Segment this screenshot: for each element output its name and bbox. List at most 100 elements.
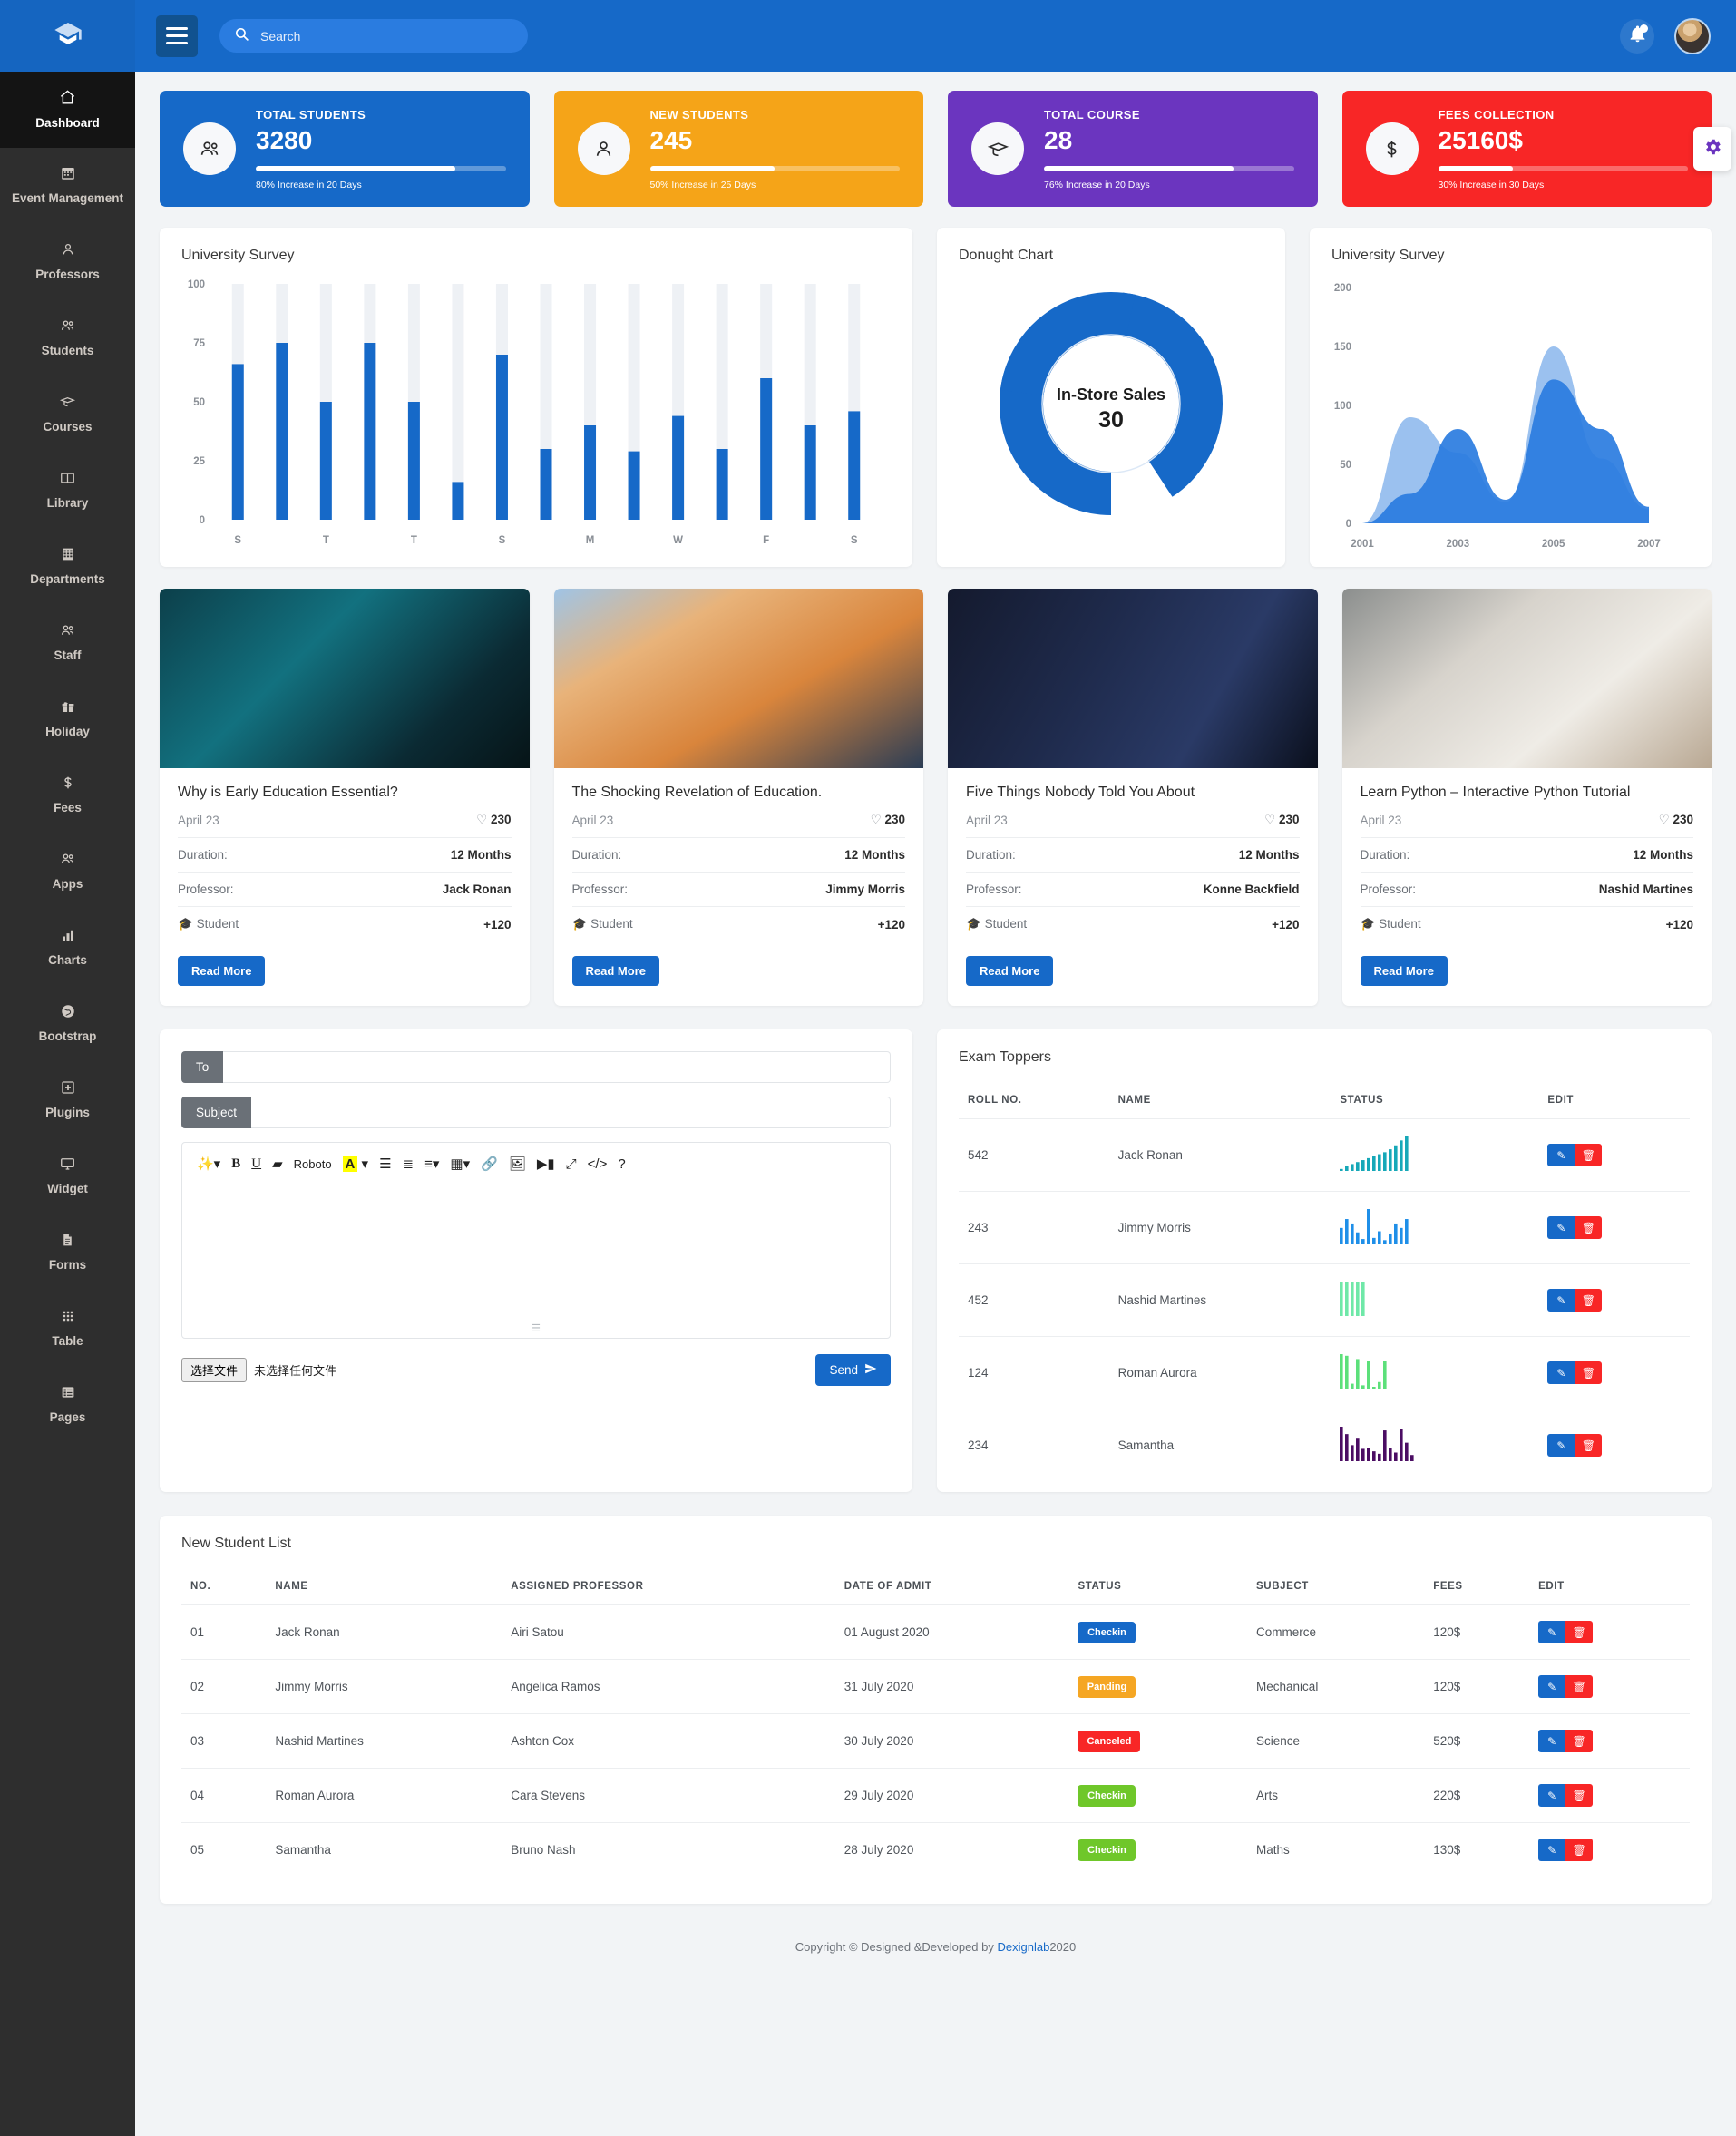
read-more-button[interactable]: Read More — [1360, 956, 1448, 986]
delete-button[interactable]: 🗑 — [1565, 1675, 1594, 1698]
sidebar-item-table[interactable]: Table — [0, 1291, 135, 1367]
delete-button[interactable]: 🗑 — [1565, 1730, 1594, 1752]
search-bar[interactable] — [219, 19, 528, 53]
course-card[interactable]: Why is Early Education Essential? April 2… — [160, 589, 530, 1006]
sidebar-item-apps[interactable]: Apps — [0, 834, 135, 910]
stat-card-fees-collection[interactable]: FEES COLLECTION 25160$ 30% Increase in 3… — [1341, 91, 1731, 207]
pencil-icon: ✎ — [1556, 1366, 1566, 1380]
video-icon[interactable]: ▶▮ — [537, 1156, 555, 1172]
sidebar-item-event-management[interactable]: Event Management — [0, 148, 135, 224]
cell-actions: ✎ 🗑 — [1529, 1604, 1690, 1660]
sidebar-item-students[interactable]: Students — [0, 300, 135, 376]
sidebar-item-professors[interactable]: Professors — [0, 224, 135, 300]
delete-button[interactable]: 🗑 — [1565, 1839, 1594, 1861]
sidebar-item-forms[interactable]: Forms — [0, 1214, 135, 1291]
table-icon[interactable]: ▦▾ — [450, 1156, 470, 1172]
sidebar-item-bootstrap[interactable]: Bootstrap — [0, 986, 135, 1062]
edit-button[interactable]: ✎ — [1538, 1839, 1566, 1861]
cell-status — [1331, 1118, 1539, 1192]
stat-label: NEW STUDENTS — [649, 107, 749, 122]
student-list-row: New Student List NO. NAME ASSIGNED PROFESS… — [135, 1516, 1736, 1904]
stat-card-total-students[interactable]: TOTAL STUDENTS 3280 80% Increase in 20 D… — [160, 91, 530, 207]
edit-button[interactable]: ✎ — [1547, 1361, 1575, 1384]
align-icon[interactable]: ≡▾ — [424, 1156, 439, 1172]
stat-card-total-course[interactable]: TOTAL COURSE 28 76% Increase in 20 Days — [948, 91, 1318, 207]
hamburger-menu-icon[interactable] — [156, 15, 198, 57]
bold-icon[interactable]: B — [231, 1156, 240, 1172]
delete-button[interactable]: 🗑 — [1575, 1434, 1603, 1457]
edit-button[interactable]: ✎ — [1547, 1144, 1575, 1166]
svg-text:S: S — [851, 535, 858, 546]
bullet-list-icon[interactable]: ☰ — [379, 1156, 391, 1172]
duration-value: 12 Months — [450, 848, 512, 862]
avatar[interactable] — [1674, 17, 1711, 54]
font-family-select[interactable]: Roboto — [294, 1157, 332, 1171]
course-card[interactable]: Learn Python – Interactive Python Tutori… — [1341, 589, 1712, 1006]
sidebar-item-widget[interactable]: Widget — [0, 1138, 135, 1214]
read-more-button[interactable]: Read More — [966, 956, 1054, 986]
numbered-list-icon[interactable]: ≣ — [403, 1156, 414, 1172]
subject-input[interactable] — [251, 1097, 891, 1128]
edit-button[interactable]: ✎ — [1538, 1784, 1566, 1807]
course-meta-row: April 23 ♡ 230 — [1361, 801, 1694, 837]
code-icon[interactable]: </> — [588, 1156, 608, 1172]
donut-chart: In-Store Sales 30 — [1000, 292, 1223, 515]
notification-bell-button[interactable] — [1620, 18, 1654, 54]
send-button[interactable]: Send — [815, 1354, 891, 1386]
brand-logo[interactable] — [0, 0, 135, 72]
sidebar-item-departments[interactable]: Departments — [0, 529, 135, 605]
sidebar-item-courses[interactable]: Courses — [0, 376, 135, 453]
image-icon[interactable]: 🖼 — [509, 1156, 526, 1172]
magic-wand-icon[interactable]: ✨▾ — [197, 1156, 220, 1172]
delete-button[interactable]: 🗑 — [1565, 1621, 1594, 1643]
sidebar-item-charts[interactable]: Charts — [0, 910, 135, 986]
sparkline-chart — [1340, 1427, 1414, 1461]
sidebar-item-holiday[interactable]: Holiday — [0, 681, 135, 757]
sidebar-item-fees[interactable]: Fees — [0, 757, 135, 834]
choose-file-button[interactable]: 选择文件 — [181, 1358, 248, 1382]
top-header — [0, 0, 1736, 72]
eraser-icon[interactable]: ▰ — [272, 1156, 283, 1172]
edit-button[interactable]: ✎ — [1538, 1675, 1566, 1698]
editor-resize-handle[interactable]: ☰ — [532, 1322, 541, 1334]
delete-button[interactable]: 🗑 — [1575, 1216, 1603, 1239]
bar — [364, 343, 376, 520]
read-more-button[interactable]: Read More — [571, 956, 659, 986]
footer-suffix: 2020 — [1049, 1940, 1077, 1954]
charts-row: University Survey 0 25 50 75 100 S T T S M W F S Don… — [135, 228, 1736, 567]
sidebar-item-staff[interactable]: Staff — [0, 605, 135, 681]
to-input[interactable] — [223, 1051, 891, 1083]
settings-button[interactable] — [1693, 127, 1731, 171]
course-card[interactable]: The Shocking Revelation of Education. Apr… — [553, 589, 923, 1006]
delete-button[interactable]: 🗑 — [1575, 1144, 1603, 1166]
delete-button[interactable]: 🗑 — [1575, 1361, 1603, 1384]
cell-fees: 130$ — [1433, 1843, 1461, 1857]
help-icon[interactable]: ? — [618, 1156, 625, 1172]
course-card[interactable]: Five Things Nobody Told You About April 2… — [948, 589, 1318, 1006]
home-icon — [59, 89, 76, 110]
stat-card-new-students[interactable]: NEW STUDENTS 245 50% Increase in 25 Days — [553, 91, 923, 207]
font-color-A-icon[interactable]: A ▾ — [342, 1156, 368, 1172]
sidebar-item-library[interactable]: Library — [0, 453, 135, 529]
fullscreen-icon[interactable]: ⤢ — [566, 1156, 577, 1172]
edit-button[interactable]: ✎ — [1538, 1730, 1566, 1752]
column-header: STATUS — [1068, 1568, 1248, 1605]
sidebar-item-plugins[interactable]: Plugins — [0, 1062, 135, 1138]
sidebar-item-dashboard[interactable]: Dashboard — [0, 72, 135, 148]
delete-button[interactable]: 🗑 — [1565, 1784, 1594, 1807]
professor-label: Professor: — [178, 883, 234, 896]
read-more-button[interactable]: Read More — [178, 956, 266, 986]
link-icon[interactable]: 🔗 — [481, 1156, 498, 1172]
edit-button[interactable]: ✎ — [1547, 1216, 1575, 1239]
sidebar-item-pages[interactable]: Pages — [0, 1367, 135, 1443]
delete-button[interactable]: 🗑 — [1575, 1289, 1603, 1312]
graduation-cap-icon — [971, 122, 1024, 175]
edit-button[interactable]: ✎ — [1547, 1289, 1575, 1312]
edit-button[interactable]: ✎ — [1547, 1434, 1575, 1457]
cell-professor: Cara Stevens — [502, 1768, 835, 1823]
search-input[interactable] — [260, 28, 513, 44]
edit-button[interactable]: ✎ — [1538, 1621, 1566, 1643]
rich-text-editor[interactable]: ✨▾ B U ▰ Roboto A ▾ ☰ ≣ ≡▾ ▦▾ 🔗 🖼 ▶▮ ⤢ <… — [181, 1142, 891, 1339]
footer-link[interactable]: Dexignlab — [998, 1940, 1050, 1954]
underline-icon[interactable]: U — [251, 1156, 261, 1172]
